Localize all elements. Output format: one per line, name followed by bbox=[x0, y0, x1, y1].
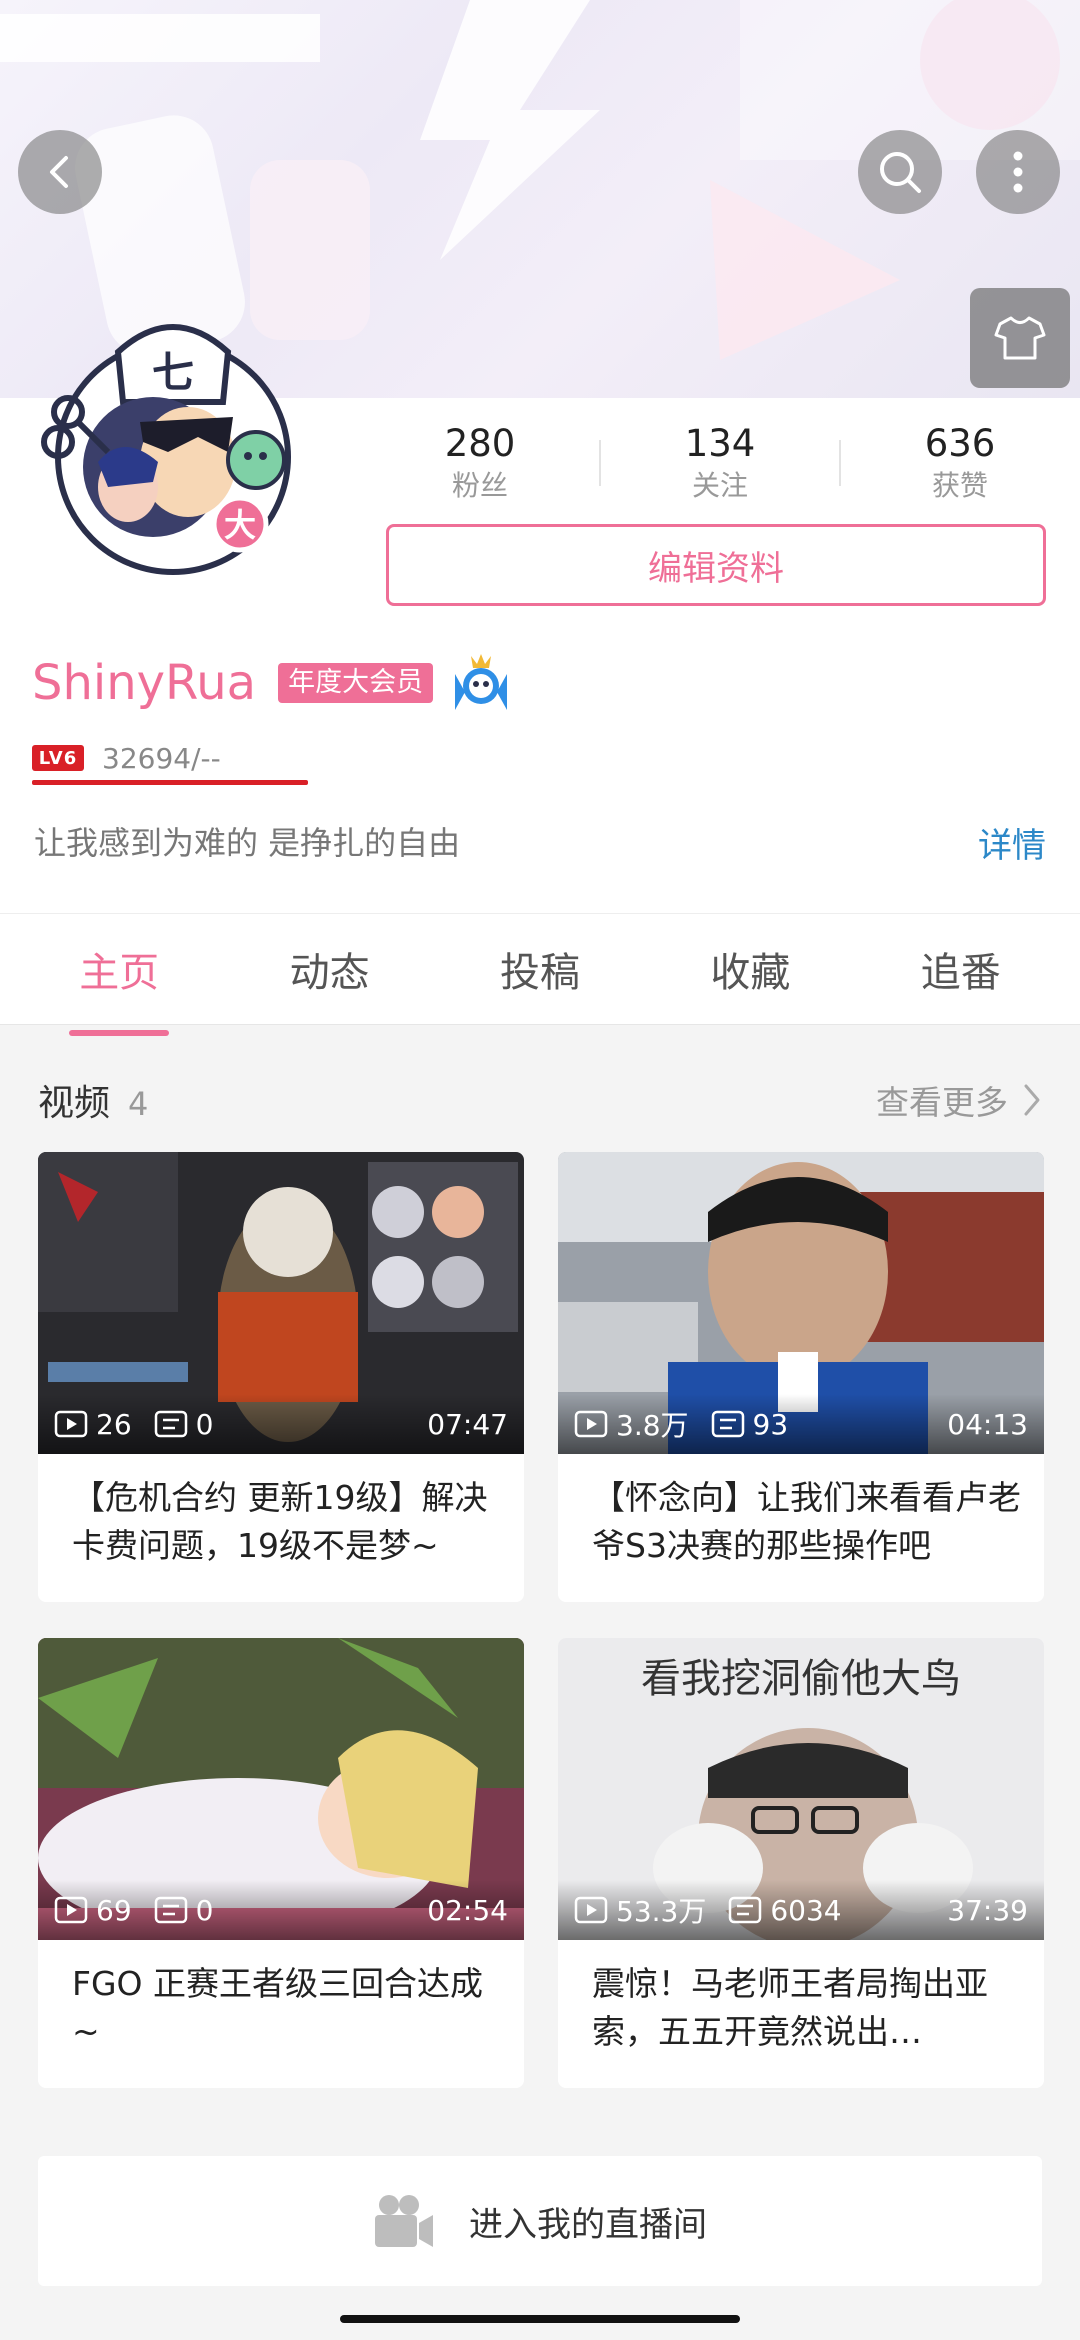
edit-profile-button[interactable]: 编辑资料 bbox=[386, 524, 1046, 606]
change-background-button[interactable] bbox=[970, 288, 1070, 388]
play-count-value: 3.8万 bbox=[616, 1409, 689, 1442]
detail-link[interactable]: 详情 bbox=[978, 818, 1046, 867]
more-vertical-icon bbox=[1013, 151, 1023, 193]
video-duration: 04:13 bbox=[947, 1407, 1028, 1441]
play-count: 69 bbox=[54, 1894, 132, 1927]
stat-fans-value: 280 bbox=[444, 421, 516, 465]
play-icon bbox=[54, 1896, 88, 1924]
tab-uploads[interactable]: 投稿 bbox=[465, 940, 615, 998]
search-icon bbox=[880, 152, 921, 193]
comment-count-value: 6034 bbox=[770, 1893, 842, 1927]
tshirt-icon bbox=[994, 316, 1046, 360]
profile-tabs: 主页 动态 投稿 收藏 追番 bbox=[0, 913, 1080, 1036]
level-row: LV6 32694/-- bbox=[32, 738, 221, 778]
video-thumbnail: 26 0 07:47 bbox=[38, 1152, 524, 1454]
back-button[interactable] bbox=[18, 130, 102, 214]
tab-favorites[interactable]: 收藏 bbox=[675, 940, 825, 998]
chevron-left-icon bbox=[50, 156, 68, 188]
tab-bangumi[interactable]: 追番 bbox=[886, 940, 1036, 998]
play-count-value: 26 bbox=[96, 1407, 132, 1441]
see-more-label: 查看更多 bbox=[876, 1083, 1008, 1122]
search-button[interactable] bbox=[858, 130, 942, 214]
section-title-group: 视频 4 bbox=[38, 1074, 148, 1126]
video-meta: 26 0 07:47 bbox=[38, 1394, 524, 1454]
vip-emblem-icon[interactable] bbox=[447, 652, 515, 714]
thumbnail-caption: 看我挖洞偷他大鸟 bbox=[641, 1656, 961, 1702]
svg-text:七: 七 bbox=[152, 348, 194, 397]
enter-live-room-button[interactable]: 进入我的直播间 bbox=[38, 2156, 1042, 2286]
video-card[interactable]: 3.8万 93 04:13 【怀念向】让我们来看看卢老爷S3决赛的那些操作吧 bbox=[558, 1152, 1044, 1602]
play-count-value: 69 bbox=[96, 1893, 132, 1927]
section-count: 4 bbox=[128, 1085, 149, 1123]
vip-badge[interactable]: 年度大会员 bbox=[278, 663, 434, 703]
video-title[interactable]: FGO 正赛王者级三回合达成~ bbox=[72, 1960, 502, 2056]
video-card[interactable]: 69 0 02:54 FGO 正赛王者级三回合达成~ bbox=[38, 1638, 524, 2088]
stat-following[interactable]: 134 关注 bbox=[620, 421, 820, 505]
play-count: 53.3万 bbox=[574, 1890, 706, 1930]
username: ShinyRua bbox=[32, 655, 257, 711]
video-thumbnail: 看我挖洞偷他大鸟 53.3万 6034 37:39 bbox=[558, 1638, 1044, 1940]
avatar[interactable]: 七 大 bbox=[28, 312, 318, 582]
stat-divider bbox=[839, 439, 841, 486]
experience-bar bbox=[32, 780, 308, 785]
home-indicator[interactable] bbox=[340, 2315, 740, 2323]
video-thumbnail: 69 0 02:54 bbox=[38, 1638, 524, 1940]
section-title: 视频 bbox=[38, 1083, 111, 1124]
danmaku-icon bbox=[711, 1410, 744, 1438]
more-button[interactable] bbox=[976, 130, 1060, 214]
comment-count-value: 93 bbox=[752, 1407, 789, 1441]
video-thumbnail: 3.8万 93 04:13 bbox=[558, 1152, 1044, 1454]
live-room-label: 进入我的直播间 bbox=[469, 2204, 707, 2245]
comment-count: 0 bbox=[154, 1893, 214, 1927]
play-icon bbox=[574, 1896, 608, 1924]
comment-count: 0 bbox=[154, 1407, 214, 1441]
experience-text: 32694/-- bbox=[102, 741, 221, 775]
stat-fans-label: 粉丝 bbox=[451, 468, 508, 502]
video-duration: 37:39 bbox=[947, 1893, 1028, 1927]
video-card[interactable]: 看我挖洞偷他大鸟 53.3万 6034 37:39 震惊！马老师王者局掏出亚索，… bbox=[558, 1638, 1044, 2088]
danmaku-icon bbox=[729, 1896, 762, 1924]
stat-likes-value: 636 bbox=[924, 421, 996, 465]
profile-page: 七 大 280 粉丝 134 关注 636 获赞 编辑资料 ShinyRua 年… bbox=[0, 0, 1080, 2340]
danmaku-icon bbox=[154, 1410, 187, 1438]
play-count: 26 bbox=[54, 1408, 132, 1441]
videos-section-header: 视频 4 查看更多 bbox=[38, 1072, 1042, 1128]
stat-likes[interactable]: 636 获赞 bbox=[860, 421, 1060, 505]
profile-stats: 280 粉丝 134 关注 636 获赞 bbox=[380, 420, 1060, 505]
comment-count: 93 bbox=[711, 1407, 789, 1441]
danmaku-icon bbox=[154, 1896, 187, 1924]
tab-dynamics[interactable]: 动态 bbox=[255, 940, 405, 998]
stat-divider bbox=[599, 439, 601, 486]
svg-text:大: 大 bbox=[224, 506, 256, 544]
video-meta: 69 0 02:54 bbox=[38, 1880, 524, 1940]
comment-count-value: 0 bbox=[195, 1893, 214, 1927]
signature-text: 让我感到为难的 是挣扎的自由 bbox=[34, 824, 461, 862]
video-card[interactable]: 26 0 07:47 【危机合约 更新19级】解决卡费问题，19级不是梦~ bbox=[38, 1152, 524, 1602]
stat-following-label: 关注 bbox=[691, 468, 748, 502]
video-title[interactable]: 震惊！马老师王者局掏出亚索，五五开竟然说出… bbox=[592, 1960, 1022, 2056]
video-meta: 53.3万 6034 37:39 bbox=[558, 1880, 1044, 1940]
chevron-right-icon bbox=[1024, 1084, 1040, 1116]
stat-fans[interactable]: 280 粉丝 bbox=[380, 421, 580, 505]
video-duration: 07:47 bbox=[427, 1407, 508, 1441]
camera-icon bbox=[375, 2195, 433, 2247]
comment-count: 6034 bbox=[728, 1893, 842, 1927]
name-row: ShinyRua 年度大会员 bbox=[32, 650, 515, 716]
stat-following-value: 134 bbox=[684, 421, 756, 465]
comment-count-value: 0 bbox=[195, 1407, 214, 1441]
play-icon bbox=[574, 1410, 608, 1438]
video-meta: 3.8万 93 04:13 bbox=[558, 1394, 1044, 1454]
play-icon bbox=[54, 1410, 88, 1438]
status-bar bbox=[0, 14, 320, 62]
video-duration: 02:54 bbox=[427, 1893, 508, 1927]
level-badge: LV6 bbox=[32, 745, 84, 771]
stat-likes-label: 获赞 bbox=[931, 468, 988, 502]
play-count: 3.8万 bbox=[574, 1404, 689, 1444]
play-count-value: 53.3万 bbox=[616, 1895, 707, 1928]
video-title[interactable]: 【怀念向】让我们来看看卢老爷S3决赛的那些操作吧 bbox=[592, 1474, 1022, 1570]
tab-home[interactable]: 主页 bbox=[44, 940, 194, 1036]
video-title[interactable]: 【危机合约 更新19级】解决卡费问题，19级不是梦~ bbox=[72, 1474, 502, 1570]
see-more-link[interactable]: 查看更多 bbox=[876, 1076, 1042, 1124]
